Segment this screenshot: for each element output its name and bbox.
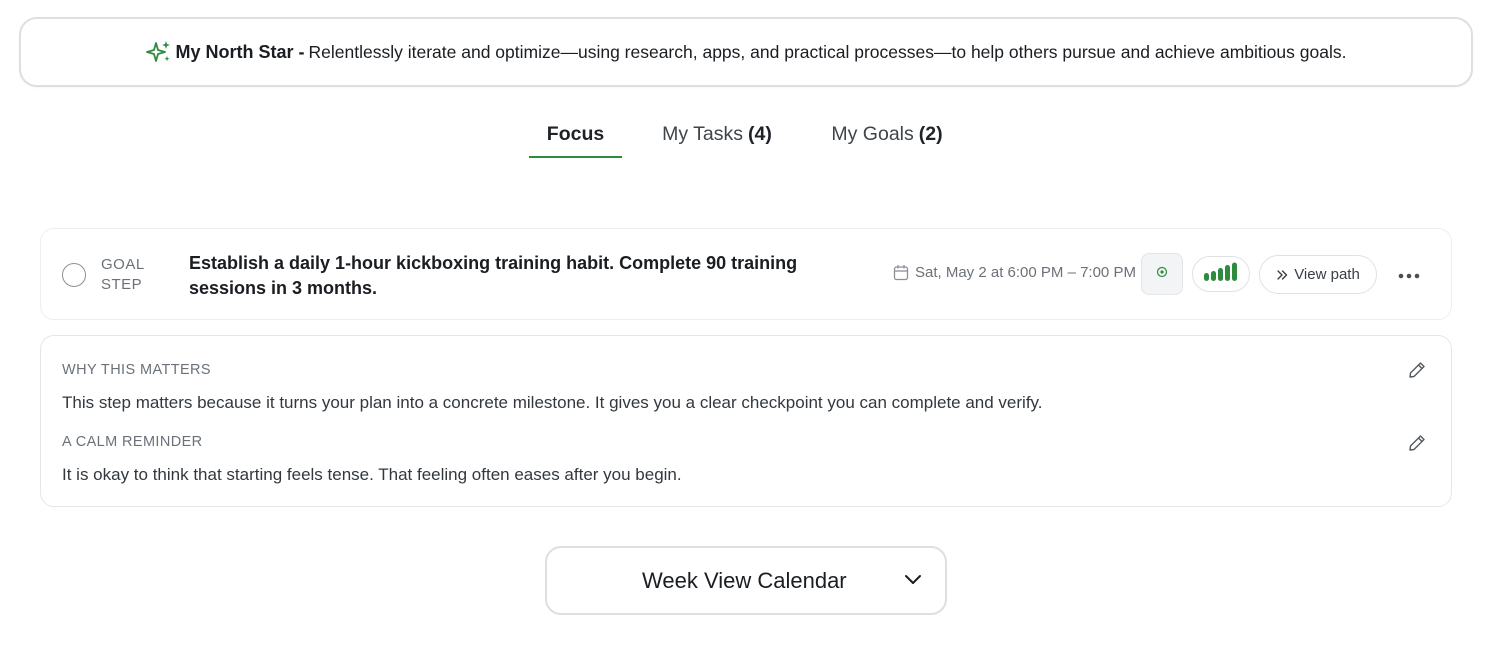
- double-chevron-right-icon: [1276, 269, 1288, 281]
- calendar-icon: [893, 264, 909, 281]
- goal-step-title[interactable]: Establish a daily 1-hour kickboxing trai…: [189, 251, 879, 301]
- tab-bar: Focus My Tasks (4) My Goals (2): [0, 110, 1497, 158]
- goal-step-type-line2: STEP: [101, 276, 143, 293]
- north-star-title: My North Star -: [175, 41, 305, 62]
- goal-step-datetime-text: Sat, May 2 at 6:00 PM – 7:00 PM: [915, 264, 1136, 281]
- reminder-label: A CALM REMINDER: [62, 434, 203, 450]
- goal-step-type: GOAL STEP: [101, 255, 161, 295]
- tab-my-goals-label: My Goals: [831, 122, 914, 145]
- tab-my-tasks-label: My Tasks: [662, 122, 744, 145]
- week-view-calendar-toggle[interactable]: Week View Calendar: [545, 546, 947, 615]
- edit-why-button[interactable]: [1407, 360, 1427, 380]
- more-horizontal-icon: [1398, 266, 1420, 284]
- signal-bars-icon: [1203, 262, 1239, 287]
- edit-reminder-button[interactable]: [1407, 433, 1427, 453]
- why-text: This step matters because it turns your …: [62, 393, 1043, 412]
- view-path-button[interactable]: View path: [1259, 255, 1377, 294]
- effort-level-button[interactable]: [1192, 256, 1250, 292]
- step-info-card: WHY THIS MATTERS This step matters becau…: [40, 335, 1452, 507]
- tab-focus-label: Focus: [546, 122, 605, 145]
- view-path-label: View path: [1294, 266, 1360, 283]
- pencil-icon: [1407, 360, 1427, 380]
- north-star-banner: My North Star - Relentlessly iterate and…: [19, 17, 1473, 87]
- sparkle-icon: [145, 39, 172, 65]
- why-label: WHY THIS MATTERS: [62, 362, 211, 378]
- tab-my-tasks-count: (4): [748, 122, 772, 145]
- goal-step-datetime[interactable]: Sat, May 2 at 6:00 PM – 7:00 PM: [893, 264, 1136, 281]
- tab-my-goals[interactable]: My Goals (2): [823, 110, 951, 158]
- north-star-text: Relentlessly iterate and optimize—using …: [308, 41, 1347, 62]
- goal-step-type-line1: GOAL: [101, 256, 145, 273]
- complete-checkbox[interactable]: [62, 263, 86, 287]
- focus-target-button[interactable]: [1141, 253, 1183, 295]
- tab-my-goals-count: (2): [918, 122, 943, 145]
- pencil-icon: [1407, 433, 1427, 453]
- goal-step-card: GOAL STEP Establish a daily 1-hour kickb…: [40, 228, 1452, 320]
- chevron-down-icon: [903, 572, 923, 586]
- tab-my-tasks[interactable]: My Tasks (4): [654, 110, 780, 158]
- target-icon: [1156, 265, 1168, 283]
- week-view-calendar-label: Week View Calendar: [642, 567, 847, 593]
- tab-focus[interactable]: Focus: [529, 110, 622, 158]
- more-options-button[interactable]: [1391, 261, 1427, 289]
- reminder-text: It is okay to think that starting feels …: [62, 465, 682, 484]
